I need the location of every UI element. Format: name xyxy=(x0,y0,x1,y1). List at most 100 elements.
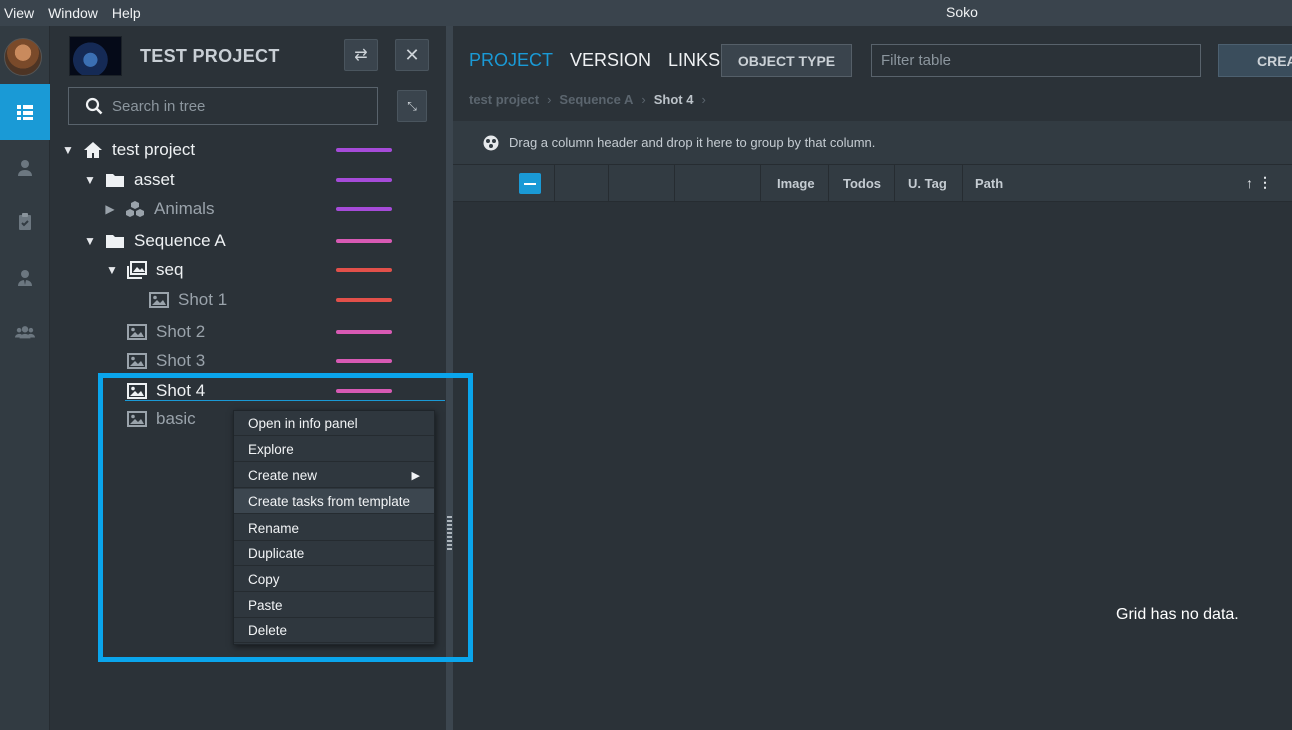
caret-right-icon[interactable]: ▶ xyxy=(102,202,118,216)
menu-item-explore[interactable]: Explore xyxy=(234,437,434,462)
nav-rail xyxy=(0,26,50,730)
tree-item[interactable]: Shot 1 xyxy=(148,286,227,314)
menu-item-duplicate[interactable]: Duplicate xyxy=(234,541,434,566)
grid-column[interactable] xyxy=(609,165,675,202)
tree-icon[interactable] xyxy=(0,84,50,140)
tree-item-label: Shot 3 xyxy=(156,351,206,370)
image-icon xyxy=(126,323,148,341)
caret-down-icon[interactable]: ▼ xyxy=(60,143,76,157)
caret-down-icon[interactable]: ▼ xyxy=(104,263,120,277)
column-menu-icon[interactable]: ⋮ xyxy=(1258,174,1272,191)
tree-item[interactable]: ▼ test project xyxy=(60,136,195,164)
grid-column[interactable] xyxy=(555,165,609,202)
app-title: Soko xyxy=(946,4,978,20)
user-icon[interactable] xyxy=(0,140,50,196)
menu-item-copy[interactable]: Copy xyxy=(234,567,434,592)
main-panel: PROJECT VERSION LINKS OBJECT TYPE Filter… xyxy=(453,26,1292,730)
menu-item-create-new[interactable]: Create new ▶ xyxy=(234,463,434,488)
breadcrumb-item[interactable]: Sequence A xyxy=(559,92,633,107)
tree-item-label: asset xyxy=(134,170,175,189)
menu-item-label: Duplicate xyxy=(248,545,305,561)
tree-item-label: Sequence A xyxy=(134,231,226,250)
menu-item-label: Create tasks from template xyxy=(248,493,411,509)
image-icon xyxy=(126,410,148,428)
close-project-button[interactable]: ✕ xyxy=(395,39,429,71)
tree-item-label: Shot 2 xyxy=(156,322,206,341)
status-color-bar xyxy=(336,207,392,211)
grid-column[interactable] xyxy=(675,165,761,202)
group-by-bar[interactable]: Drag a column header and drop it here to… xyxy=(453,121,1292,165)
project-thumbnail xyxy=(69,36,122,76)
filter-table-input[interactable]: Filter table xyxy=(871,44,1201,77)
images-icon xyxy=(126,261,148,279)
breadcrumb-item[interactable]: test project xyxy=(469,92,539,107)
menu-item-open-in-info-panel[interactable]: Open in info panel xyxy=(234,411,434,436)
project-name: TEST PROJECT xyxy=(140,46,280,66)
tree-item[interactable]: ▶ Animals xyxy=(102,195,214,223)
column-image[interactable]: Image xyxy=(761,165,829,202)
chevron-right-icon: › xyxy=(701,92,706,107)
tree-item[interactable]: Shot 2 xyxy=(126,318,205,346)
tree-item[interactable]: ▼ Sequence A xyxy=(82,227,226,255)
filter-placeholder: Filter table xyxy=(881,52,952,69)
avatar[interactable] xyxy=(4,38,42,76)
column-u-tag[interactable]: U. Tag xyxy=(895,165,963,202)
menu-item-delete[interactable]: Delete xyxy=(234,618,434,643)
close-icon: ✕ xyxy=(404,44,420,65)
menu-view[interactable]: View xyxy=(0,5,34,21)
menu-help[interactable]: Help xyxy=(108,5,141,21)
tree-item-label: seq xyxy=(156,260,184,279)
tab-version[interactable]: VERSION xyxy=(570,50,651,71)
select-all-checkbox[interactable] xyxy=(519,173,541,194)
collapse-all-button[interactable]: ⤡ xyxy=(397,90,427,122)
swap-icon: ⇄ xyxy=(354,47,368,64)
compress-icon: ⤡ xyxy=(407,98,417,113)
tab-project[interactable]: PROJECT xyxy=(469,50,553,71)
menu-item-rename[interactable]: Rename xyxy=(234,516,434,541)
column-todos[interactable]: Todos xyxy=(829,165,895,202)
tree-item-label: test project xyxy=(112,140,196,159)
breadcrumb-current[interactable]: Shot 4 xyxy=(654,92,694,107)
sort-ascending-icon[interactable]: ↑ xyxy=(1246,175,1253,191)
tab-links[interactable]: LINKS xyxy=(668,50,720,71)
menu-item-label: Open in info panel xyxy=(248,415,358,431)
status-color-bar xyxy=(336,330,392,334)
menu-item-label: Copy xyxy=(248,571,280,587)
tree-item-label: Animals xyxy=(154,199,215,218)
sort-controls: ↑ ⋮ xyxy=(1246,174,1272,191)
cubes-icon xyxy=(124,200,146,218)
menu-window[interactable]: Window xyxy=(44,5,98,21)
status-color-bar xyxy=(336,268,392,272)
status-color-bar xyxy=(336,298,392,302)
user-tie-icon[interactable] xyxy=(0,250,50,306)
context-menu: Open in info panel Explore Create new ▶ Crea… xyxy=(233,410,435,645)
users-icon[interactable] xyxy=(0,304,50,360)
image-icon xyxy=(126,382,148,400)
tree-item[interactable]: ▼ seq xyxy=(104,256,183,284)
menu-item-create-tasks-from-template[interactable]: Create tasks from template xyxy=(234,489,434,514)
folder-icon xyxy=(104,232,126,250)
caret-down-icon[interactable]: ▼ xyxy=(82,234,98,248)
menu-bar: View Window Help Soko xyxy=(0,0,1292,26)
tree-item[interactable]: ▼ asset xyxy=(82,166,175,194)
menu-item-label: Delete xyxy=(248,622,288,638)
tree-item-label: Shot 4 xyxy=(156,381,206,400)
grid-empty-message: Grid has no data. xyxy=(1116,606,1239,623)
column-path[interactable]: Path xyxy=(963,165,1292,202)
tree-search-input[interactable]: Search in tree xyxy=(68,87,378,125)
menu-item-paste[interactable]: Paste xyxy=(234,593,434,618)
group-hint-text: Drag a column header and drop it here to… xyxy=(509,135,876,150)
clipboard-check-icon[interactable] xyxy=(0,194,50,250)
grid-header: Image Todos U. Tag Path ↑ ⋮ xyxy=(453,165,1292,202)
switch-project-button[interactable]: ⇄ xyxy=(344,39,378,71)
splitter-grip-icon[interactable] xyxy=(447,516,452,550)
object-type-button[interactable]: OBJECT TYPE xyxy=(721,44,852,77)
tree-item[interactable]: basic xyxy=(126,405,196,433)
panel-splitter[interactable] xyxy=(446,26,453,730)
create-button[interactable]: CREA xyxy=(1218,44,1292,77)
tree-item-label: Shot 1 xyxy=(178,290,228,309)
tree-item[interactable]: Shot 3 xyxy=(126,347,205,375)
status-color-bar xyxy=(336,389,392,393)
caret-down-icon[interactable]: ▼ xyxy=(82,173,98,187)
menu-item-label: Rename xyxy=(248,520,300,536)
